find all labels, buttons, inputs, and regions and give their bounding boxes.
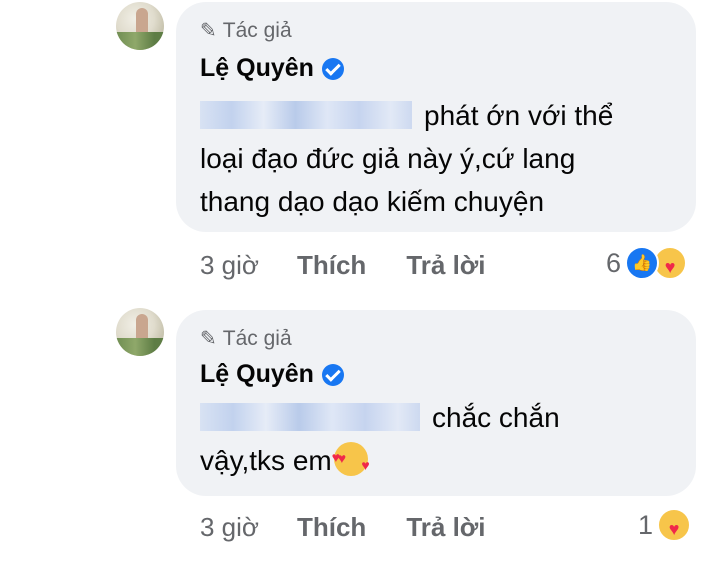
author-badge: ✎ Tác giả bbox=[200, 326, 292, 351]
comment-actions: 3 giờ Thích Trả lời bbox=[200, 250, 526, 281]
reaction-summary[interactable]: 6 👍 ♥ bbox=[606, 246, 688, 280]
comment-line-text: chắc chắn bbox=[432, 402, 560, 433]
comment-line: thang dạo dạo kiếm chuyện bbox=[200, 186, 545, 217]
like-reaction-icon: 👍 bbox=[625, 246, 660, 280]
reaction-count: 1 bbox=[638, 509, 654, 540]
comment: ✎ Tác giả Lệ Quyên chắc chắn vậy,tks em ♥… bbox=[0, 300, 720, 562]
verified-badge-icon bbox=[321, 363, 344, 386]
reaction-count: 6 bbox=[606, 247, 622, 278]
author-badge-label: Tác giả bbox=[222, 326, 292, 350]
author-name[interactable]: Lệ Quyên bbox=[200, 54, 344, 83]
like-button[interactable]: Thích bbox=[297, 250, 366, 281]
like-button[interactable]: Thích bbox=[297, 512, 366, 543]
author-badge: ✎ Tác giả bbox=[200, 18, 292, 43]
comment-text: phát ớn với thể loại đạo đức giả này ý,c… bbox=[200, 94, 613, 223]
comment: ✎ Tác giả Lệ Quyên phát ớn với thể loại … bbox=[0, 0, 720, 290]
author-name[interactable]: Lệ Quyên bbox=[200, 360, 344, 389]
reaction-summary[interactable]: 1 ♥ bbox=[638, 508, 692, 542]
avatar-plants bbox=[116, 32, 164, 50]
author-badge-label: Tác giả bbox=[222, 18, 292, 42]
redacted-mention bbox=[200, 403, 420, 431]
reply-button[interactable]: Trả lời bbox=[406, 512, 485, 543]
reply-button[interactable]: Trả lời bbox=[406, 250, 485, 281]
comment-text: chắc chắn vậy,tks em ♥ ♥ ♥ bbox=[200, 396, 560, 482]
comment-line-text: phát ớn với thể bbox=[424, 100, 614, 131]
comment-line: chắc chắn bbox=[200, 396, 560, 439]
verified-badge-icon bbox=[321, 57, 344, 80]
comment-line-text: vậy,tks em bbox=[200, 445, 332, 476]
avatar-plants bbox=[116, 338, 164, 356]
comment-line: loại đạo đức giả này ý,cứ lang bbox=[200, 143, 576, 174]
comment-actions: 3 giờ Thích Trả lời bbox=[200, 512, 526, 543]
author-name-label: Lệ Quyên bbox=[200, 360, 314, 388]
avatar[interactable] bbox=[116, 2, 164, 50]
comment-line: phát ớn với thể bbox=[200, 94, 613, 137]
comment-line: vậy,tks em ♥ ♥ ♥ bbox=[200, 439, 560, 482]
smiling-hearts-emoji-icon: ♥ ♥ ♥ bbox=[332, 442, 370, 476]
comment-bubble: ✎ Tác giả Lệ Quyên chắc chắn vậy,tks em ♥… bbox=[176, 310, 696, 496]
avatar[interactable] bbox=[116, 308, 164, 356]
pencil-icon: ✎ bbox=[200, 328, 217, 350]
redacted-mention bbox=[200, 101, 412, 129]
comment-bubble: ✎ Tác giả Lệ Quyên phát ớn với thể loại … bbox=[176, 2, 696, 232]
author-name-label: Lệ Quyên bbox=[200, 54, 314, 82]
comment-time[interactable]: 3 giờ bbox=[200, 250, 259, 281]
care-reaction-icon: ♥ bbox=[657, 508, 692, 542]
pencil-icon: ✎ bbox=[200, 20, 217, 42]
comment-time[interactable]: 3 giờ bbox=[200, 512, 259, 543]
